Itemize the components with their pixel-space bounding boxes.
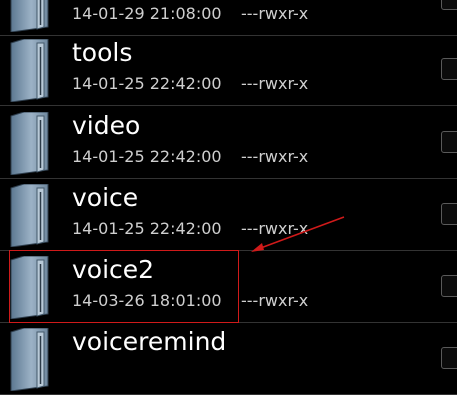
folder-icon <box>10 38 49 103</box>
folder-icon <box>10 111 49 176</box>
file-permissions: ---rwxr-x <box>241 147 309 166</box>
file-date: 14-01-25 22:42:00 <box>72 219 222 238</box>
folder-icon <box>10 327 49 392</box>
select-checkbox[interactable] <box>441 203 457 225</box>
folder-icon <box>10 183 49 248</box>
select-checkbox[interactable] <box>441 58 457 80</box>
file-name: voice <box>72 183 139 212</box>
file-date: 14-01-29 21:08:00 <box>72 4 222 23</box>
file-name: tools <box>72 38 133 67</box>
file-name: video <box>72 111 141 140</box>
highlight-box <box>9 250 239 323</box>
select-checkbox[interactable] <box>441 0 457 10</box>
file-permissions: ---rwxr-x <box>241 74 309 93</box>
file-date: 14-01-25 22:42:00 <box>72 147 222 166</box>
file-permissions: ---rwxr-x <box>241 291 309 310</box>
select-checkbox[interactable] <box>441 275 457 297</box>
file-row[interactable]: video 14-01-25 22:42:00 ---rwxr-x <box>0 106 457 179</box>
file-date: 14-01-25 22:42:00 <box>72 74 222 93</box>
file-name: voiceremind <box>72 327 227 356</box>
file-permissions: ---rwxr-x <box>241 4 309 23</box>
folder-icon <box>10 0 49 33</box>
file-row[interactable]: tools 14-01-25 22:42:00 ---rwxr-x <box>0 33 457 106</box>
file-permissions: ---rwxr-x <box>241 219 309 238</box>
file-row[interactable]: 14-01-29 21:08:00 ---rwxr-x <box>0 0 457 36</box>
select-checkbox[interactable] <box>441 131 457 153</box>
file-row[interactable]: voice 14-01-25 22:42:00 ---rwxr-x <box>0 178 457 251</box>
file-row[interactable]: voiceremind <box>0 322 457 395</box>
select-checkbox[interactable] <box>441 347 457 369</box>
